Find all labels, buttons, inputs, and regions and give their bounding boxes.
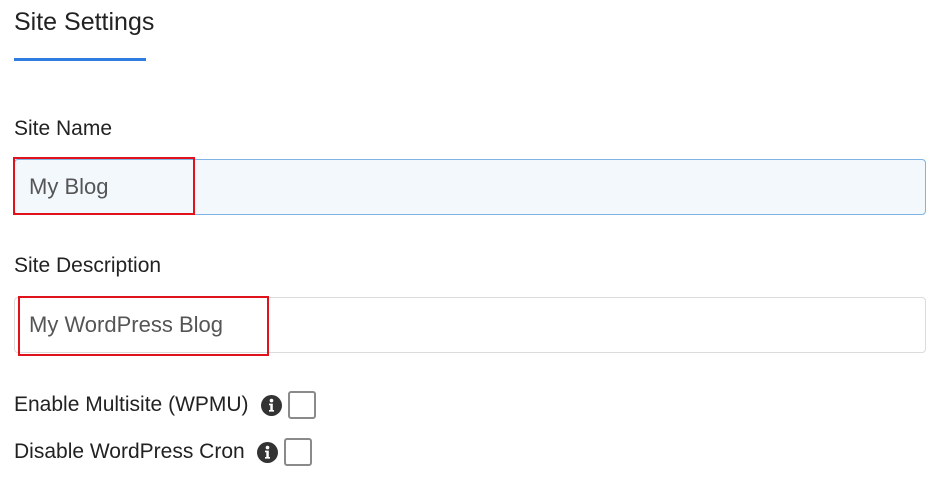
info-icon[interactable] [260,394,282,416]
section-title-underline [14,58,146,61]
enable-multisite-checkbox[interactable] [287,391,316,419]
site-name-label: Site Name [14,117,113,140]
enable-multisite-row: Enable Multisite (WPMU) [14,390,316,420]
site-description-label: Site Description [14,254,162,277]
disable-cron-checkbox[interactable] [283,438,312,466]
disable-cron-label: Disable WordPress Cron [14,440,245,463]
section-title: Site Settings [14,8,155,36]
info-icon[interactable] [256,441,278,463]
site-name-input[interactable] [14,159,926,215]
site-description-input[interactable] [14,297,926,353]
enable-multisite-label: Enable Multisite (WPMU) [14,393,249,416]
disable-cron-row: Disable WordPress Cron [14,437,312,467]
